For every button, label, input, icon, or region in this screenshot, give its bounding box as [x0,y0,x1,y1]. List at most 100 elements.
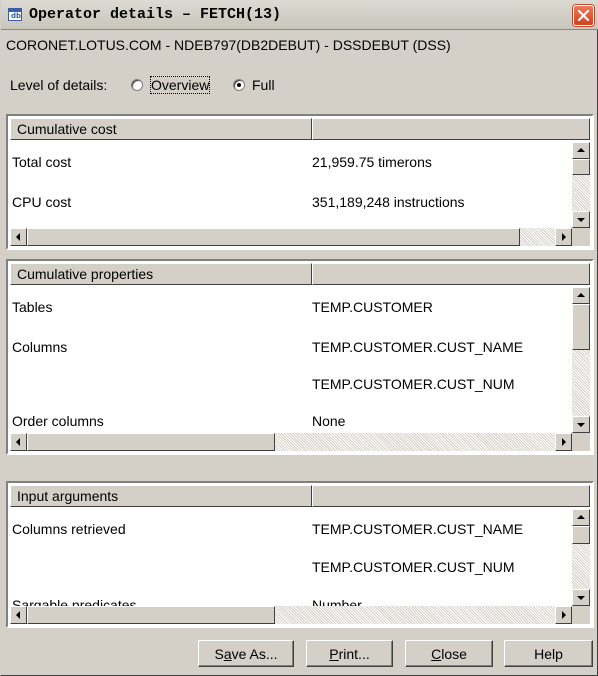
scroll-up-button[interactable] [572,142,590,159]
property-value: 21,959.75 timerons [312,154,432,170]
panel-header: Input arguments [10,485,590,507]
property-list: Columns retrieved TEMP.CUSTOMER.CUST_NAM… [10,509,572,606]
arrow-up-icon [577,148,585,152]
close-mnemonic: C [431,646,442,662]
property-list: Tables TEMP.CUSTOMER Columns TEMP.CUSTOM… [10,287,572,433]
property-value: TEMP.CUSTOMER.CUST_NUM [312,376,515,392]
overview-radio[interactable] [131,79,143,91]
property-value: None [312,413,346,429]
list-item[interactable]: Order columns None [10,413,572,433]
save-as-label-part: S [214,646,224,662]
property-name: Columns retrieved [12,521,126,537]
horizontal-scrollbar[interactable] [10,433,572,451]
property-name: Tables [12,299,53,315]
list-item[interactable]: Sargable predicates Number [10,597,572,606]
scroll-down-button[interactable] [572,416,590,433]
operator-details-dialog: db Operator details – FETCH(13) CORONET.… [0,0,598,676]
scroll-thumb[interactable] [27,228,520,246]
property-name: Order columns [12,413,104,429]
horizontal-scrollbar[interactable] [10,606,572,624]
list-item[interactable]: Total cost 21,959.75 timerons [10,154,572,174]
scroll-right-button[interactable] [555,433,572,451]
level-of-details-label: Level of details: [10,77,108,93]
print-mnemonic: P [329,646,339,662]
list-item[interactable]: Columns TEMP.CUSTOMER.CUST_NAME [10,339,572,359]
vertical-scrollbar[interactable] [572,287,590,433]
property-name: Total cost [12,154,72,170]
vertical-scrollbar[interactable] [572,142,590,228]
title-bar[interactable]: db Operator details – FETCH(13) [1,0,598,30]
scroll-corner [572,606,590,624]
property-value: TEMP.CUSTOMER.CUST_NAME [312,521,524,537]
property-value: TEMP.CUSTOMER [312,299,433,315]
scroll-thumb[interactable] [27,606,275,624]
column-header-value[interactable] [312,263,590,285]
property-list: Total cost 21,959.75 timerons CPU cost 3… [10,142,572,228]
scroll-down-button[interactable] [572,211,590,228]
full-radio-label[interactable]: Full [252,77,275,93]
input-arguments-panel: Input arguments Columns retrieved TEMP.C… [6,481,594,628]
scroll-left-button[interactable] [10,228,27,246]
list-item[interactable]: Tables TEMP.CUSTOMER [10,299,572,319]
close-x-icon [577,9,590,22]
arrow-right-icon [562,233,566,241]
property-value: 351,189,248 instructions [312,194,465,210]
connection-info: CORONET.LOTUS.COM - NDEB797(DB2DEBUT) - … [6,37,451,53]
list-item[interactable]: TEMP.CUSTOMER.CUST_NUM [10,559,572,579]
scroll-right-button[interactable] [555,606,572,624]
property-value: TEMP.CUSTOMER.CUST_NAME [312,339,524,355]
property-name: CPU cost [12,194,72,210]
save-as-mnemonic: a [223,646,232,662]
help-label: Help [534,646,563,662]
scroll-down-button[interactable] [572,589,590,606]
scroll-up-button[interactable] [572,287,590,304]
full-radio[interactable] [233,79,245,91]
column-header-name[interactable]: Cumulative properties [10,263,312,285]
arrow-down-icon [577,596,585,600]
scroll-corner [572,228,590,246]
arrow-left-icon [16,611,20,619]
arrow-down-icon [577,423,585,427]
arrow-right-icon [562,611,566,619]
column-header-name[interactable]: Input arguments [10,485,312,507]
save-as-button[interactable]: Save As... [198,640,294,667]
panel-header: Cumulative cost [10,118,590,140]
arrow-down-icon [577,218,585,222]
column-header-name[interactable]: Cumulative cost [10,118,312,140]
scroll-up-button[interactable] [572,509,590,526]
overview-radio-label[interactable]: Overview [149,76,211,94]
vertical-scrollbar[interactable] [572,509,590,606]
scroll-right-button[interactable] [555,228,572,246]
panel-header: Cumulative properties [10,263,590,285]
list-item[interactable]: Columns retrieved TEMP.CUSTOMER.CUST_NAM… [10,521,572,541]
column-header-value[interactable] [312,485,590,507]
property-name: Columns [12,339,68,355]
scroll-left-button[interactable] [10,606,27,624]
arrow-up-icon [577,293,585,297]
close-window-button[interactable] [573,5,594,26]
scroll-thumb[interactable] [572,304,590,350]
cumulative-cost-panel: Cumulative cost Total cost 21,959.75 tim… [6,114,594,250]
close-button[interactable]: Close [405,640,493,667]
print-button[interactable]: Print... [306,640,393,667]
scroll-thumb[interactable] [572,526,590,544]
scroll-left-button[interactable] [10,433,27,451]
arrow-right-icon [562,438,566,446]
list-item[interactable]: CPU cost 351,189,248 instructions [10,194,572,214]
horizontal-scrollbar[interactable] [10,228,572,246]
arrow-left-icon [16,438,20,446]
print-label-part: rint... [338,646,370,662]
cumulative-properties-panel: Cumulative properties Tables TEMP.CUSTOM… [6,259,594,455]
help-button[interactable]: Help [504,640,593,667]
scroll-thumb[interactable] [27,433,275,451]
property-value: TEMP.CUSTOMER.CUST_NUM [312,559,515,575]
window-icon: db [8,8,22,21]
scroll-corner [572,433,590,451]
save-as-label-part: ve As... [231,646,278,662]
scroll-thumb[interactable] [572,159,590,175]
arrow-up-icon [577,515,585,519]
window-title: Operator details – FETCH(13) [29,6,282,23]
list-item[interactable]: TEMP.CUSTOMER.CUST_NUM [10,376,572,396]
property-value: Number [312,597,362,606]
column-header-value[interactable] [312,118,590,140]
